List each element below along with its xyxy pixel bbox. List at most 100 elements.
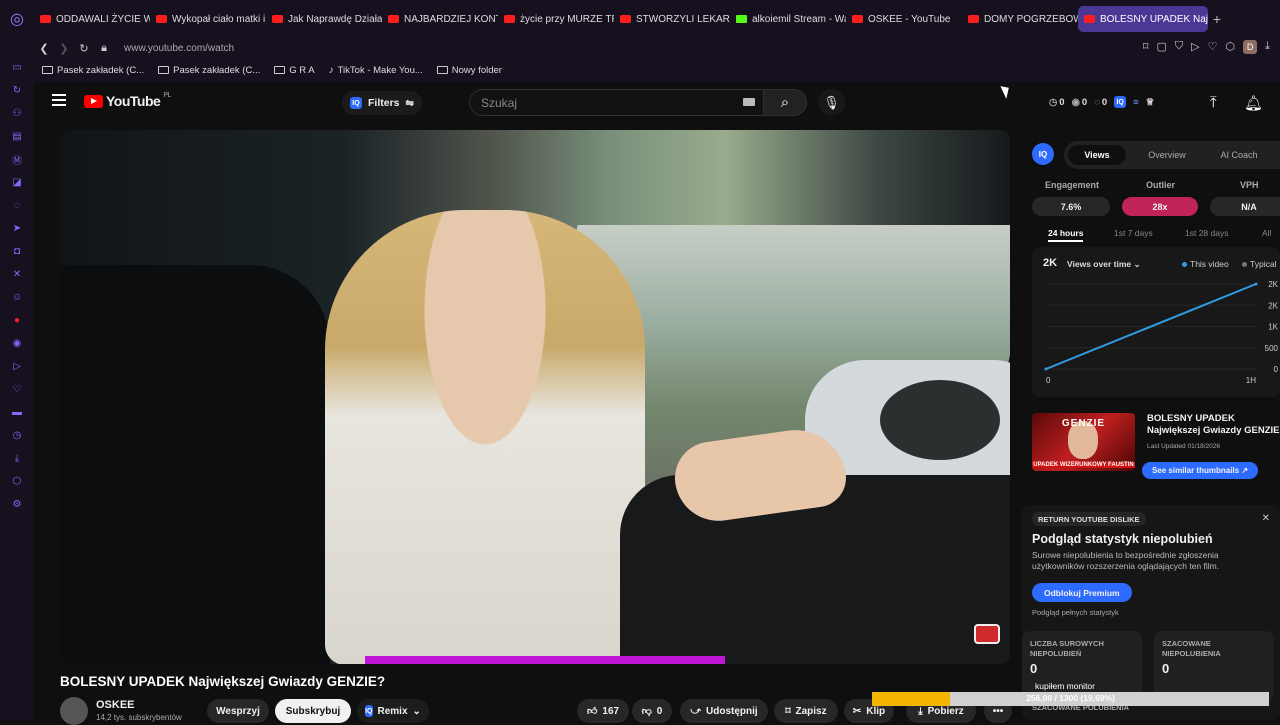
voice-search-button[interactable]: 🎙︎: [818, 89, 845, 116]
extensions-icon[interactable]: ⬡: [1226, 40, 1236, 54]
tab-2[interactable]: Wykopał ciało matki i: [150, 6, 266, 32]
search-button[interactable]: ⌕: [763, 89, 807, 116]
tabs-icon[interactable]: ▬: [10, 405, 25, 420]
support-button[interactable]: Wesprzyj: [207, 699, 269, 723]
search-input[interactable]: Szukaj: [469, 89, 764, 116]
list-icon[interactable]: ≡: [1133, 97, 1139, 108]
microphone-icon: 🎙︎: [823, 94, 840, 110]
url-field[interactable]: www.youtube.com/watch: [124, 43, 234, 54]
x-tick-label: 0: [1046, 376, 1051, 385]
reload-icon[interactable]: ↻: [74, 42, 94, 55]
tab-label: OSKEE - YouTube: [868, 13, 951, 25]
instagram-icon[interactable]: ◘: [10, 244, 25, 259]
send-icon[interactable]: ▷: [10, 359, 25, 374]
filters-button[interactable]: IQ Filters ⇋: [342, 91, 422, 115]
browser-logo-icon[interactable]: ◎: [0, 0, 34, 38]
tab-4[interactable]: NAJBARDZIEJ KONTR: [382, 6, 498, 32]
screenshot-icon[interactable]: ▢: [1157, 40, 1167, 54]
discord-icon[interactable]: ☺: [10, 290, 25, 305]
youtube-icon: [620, 15, 631, 23]
history-icon[interactable]: ↻: [10, 83, 25, 98]
period-all[interactable]: All: [1262, 228, 1271, 238]
bookmark-folder-5[interactable]: Nowy folder: [436, 64, 502, 76]
channel-watermark-icon[interactable]: [974, 624, 1000, 644]
ai-icon[interactable]: ⚇: [10, 106, 25, 121]
twitch-icon[interactable]: ◪: [10, 175, 25, 190]
keyboard-icon[interactable]: [743, 98, 755, 106]
tab-views[interactable]: Views: [1068, 145, 1126, 165]
period-24h[interactable]: 24 hours: [1048, 228, 1084, 242]
channel-name[interactable]: OSKEE: [96, 699, 135, 711]
bookmark-label: TikTok - Make You...: [337, 64, 423, 76]
player-icon[interactable]: ◉: [10, 336, 25, 351]
remix-button[interactable]: IQ Remix ⌄: [357, 699, 429, 723]
media-icon[interactable]: ▤: [10, 129, 25, 144]
tab-label: Jak Naprawdę Działa: [288, 13, 382, 25]
youtube-play-icon: [84, 94, 103, 108]
reader-icon[interactable]: ▭: [10, 60, 25, 75]
player-icon[interactable]: ▷: [1191, 40, 1199, 54]
tab-6[interactable]: STWORZYLI LEKARZ: [614, 6, 730, 32]
tab-10-active[interactable]: BOLESNY UPADEK Naj: [1078, 6, 1208, 32]
extensions-icon[interactable]: ⬡: [10, 474, 25, 489]
x-icon[interactable]: ✕: [10, 267, 25, 282]
youtube-icon: [968, 15, 979, 23]
new-tab-button[interactable]: +: [1208, 11, 1226, 27]
bookmark-label: Pasek zakładek (C...: [57, 64, 145, 76]
bookmark-tiktok[interactable]: ♪ TikTok - Make You...: [329, 65, 423, 76]
tab-8[interactable]: OSKEE - YouTube: [846, 6, 962, 32]
shield-icon[interactable]: ⛉: [1175, 40, 1183, 54]
vidiq-logo-icon[interactable]: IQ: [1032, 143, 1054, 165]
trophy-icon[interactable]: ♕: [1146, 97, 1155, 108]
back-icon[interactable]: ❮: [34, 42, 54, 55]
bookmark-label: Nowy folder: [451, 64, 502, 76]
forward-icon[interactable]: ❯: [54, 42, 74, 55]
favorite-heart-icon[interactable]: ♡: [1208, 40, 1218, 54]
tab-ai-coach[interactable]: AI Coach: [1204, 145, 1274, 165]
vidiq-panel: IQ Views Overview AI Coach Engagement Ou…: [1022, 135, 1280, 720]
video-player[interactable]: [60, 130, 1010, 664]
messenger-icon[interactable]: ◌: [10, 198, 25, 213]
messenger-m-icon[interactable]: Ⓜ: [10, 152, 25, 167]
unlock-premium-button[interactable]: Odblokuj Premium: [1032, 583, 1132, 602]
menu-icon[interactable]: [52, 94, 66, 106]
app-red-icon[interactable]: ●: [10, 313, 25, 328]
similar-thumbnails-button[interactable]: See similar thumbnails ↗: [1142, 462, 1258, 479]
close-icon[interactable]: ✕: [1262, 513, 1270, 524]
tab-9[interactable]: DOMY POGRZEBOWE: [962, 6, 1078, 32]
bookmark-folder-2[interactable]: Pasek zakładek (C...: [158, 65, 260, 76]
heart-icon[interactable]: ♡: [10, 382, 25, 397]
downloads-icon[interactable]: ⤓: [1265, 40, 1270, 54]
tab-7[interactable]: alkoiemil Stream - Wa: [730, 6, 846, 32]
tab-1[interactable]: ODDAWALI ŻYCIE W I: [34, 6, 150, 32]
settings-gear-icon[interactable]: ⚙: [10, 497, 25, 512]
bookmark-folder-1[interactable]: Pasek zakładek (C...: [42, 65, 144, 76]
video-thumbnail[interactable]: GENZIE UPADEK WIZERUNKOWY FAUSTIN: [1032, 413, 1135, 471]
tab-3[interactable]: Jak Naprawdę Działa: [266, 6, 382, 32]
full-stats-link[interactable]: Podgląd pełnych statystyk: [1032, 608, 1119, 617]
stat-3: ◌ 0: [1094, 97, 1107, 108]
vidiq-icon[interactable]: IQ: [1114, 96, 1127, 108]
subscribe-label: Subskrybuj: [285, 705, 341, 717]
period-28d[interactable]: 1st 28 days: [1185, 228, 1228, 238]
tab-overview[interactable]: Overview: [1136, 145, 1198, 165]
save-label: Zapisz: [795, 705, 827, 717]
save-button[interactable]: ⌑ Zapisz: [774, 699, 838, 723]
download-icon: ⤓: [918, 705, 923, 717]
upload-icon[interactable]: ⤒: [1210, 94, 1217, 111]
subscribe-button[interactable]: Subskrybuj: [275, 699, 351, 723]
channel-avatar[interactable]: [60, 697, 88, 725]
share-button[interactable]: ⤻ Udostępnij: [680, 699, 768, 723]
like-button[interactable]: 👍︎ 167: [577, 699, 629, 723]
youtube-logo[interactable]: YouTube PL: [84, 92, 171, 109]
bookmark-icon[interactable]: ⌑: [1143, 40, 1149, 54]
clock-icon[interactable]: ◷: [10, 428, 25, 443]
download-icon[interactable]: ⤓: [10, 451, 25, 466]
profile-avatar[interactable]: D: [1243, 40, 1258, 54]
notifications-bell-icon[interactable]: 🔔︎: [1244, 94, 1263, 112]
bookmark-folder-3[interactable]: G R A: [274, 65, 315, 76]
period-7d[interactable]: 1st 7 days: [1114, 228, 1153, 238]
telegram-icon[interactable]: ➤: [10, 221, 25, 236]
tab-5[interactable]: życie przy MURZE TR: [498, 6, 614, 32]
dislike-button[interactable]: 👎︎ 0: [632, 699, 672, 723]
